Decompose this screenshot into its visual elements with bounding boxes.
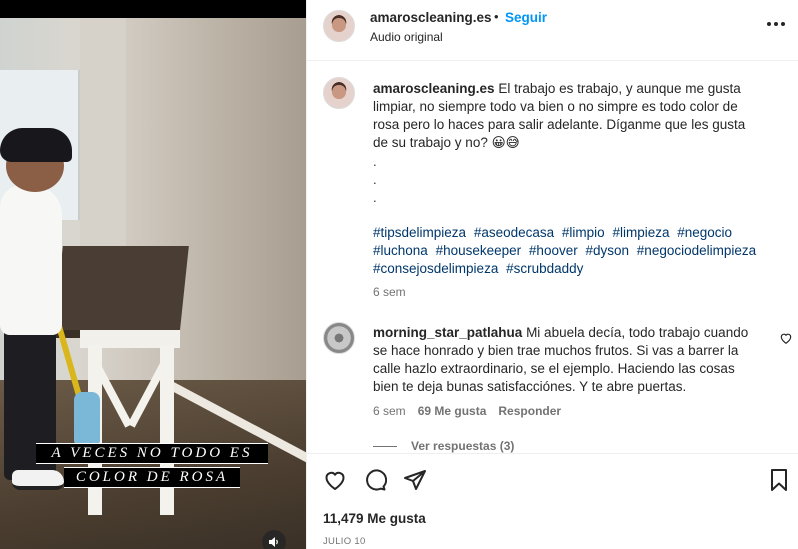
- hashtag-link[interactable]: #luchona: [373, 243, 428, 258]
- comments-section[interactable]: amaroscleaning.es El trabajo es trabajo,…: [307, 62, 798, 453]
- comment-timestamp[interactable]: 6 sem: [373, 404, 406, 418]
- hashtag-link[interactable]: #negociodelimpieza: [637, 243, 756, 258]
- more-options-icon[interactable]: [767, 16, 787, 32]
- post-header: amaroscleaning.es • Seguir Audio origina…: [307, 0, 798, 61]
- post-caption: amaroscleaning.es El trabajo es trabajo,…: [373, 80, 753, 152]
- more-options-dot: [774, 22, 778, 26]
- post-date[interactable]: JULIO 10: [323, 536, 366, 547]
- hashtag-link[interactable]: #housekeeper: [436, 243, 522, 258]
- hashtag-link[interactable]: #consejosdelimpieza: [373, 261, 498, 276]
- like-heart-icon[interactable]: [323, 468, 347, 492]
- caption-author-avatar[interactable]: [323, 77, 355, 109]
- commenter-avatar[interactable]: [323, 322, 355, 354]
- post-video[interactable]: A VECES NO TODO ES COLOR DE ROSA: [0, 0, 306, 549]
- video-caption-line: COLOR DE ROSA: [64, 467, 240, 488]
- share-send-icon[interactable]: [403, 468, 427, 492]
- video-scene-mop-head: [74, 392, 100, 448]
- video-scene-person-cap: [0, 128, 72, 162]
- caption-dot-line: .: [373, 190, 377, 205]
- replies-divider: [373, 445, 397, 447]
- comment-body: morning_star_patlahua Mi abuela decía, t…: [373, 324, 753, 396]
- view-replies-label: Ver respuestas (3): [411, 439, 515, 453]
- caption-timestamp[interactable]: 6 sem: [373, 285, 406, 299]
- hashtag-link[interactable]: #hoover: [529, 243, 578, 258]
- comment-reply-button[interactable]: Responder: [498, 404, 561, 418]
- video-scene-table-top: [53, 246, 189, 338]
- comment-likes[interactable]: 69 Me gusta: [418, 404, 487, 418]
- video-caption: A VECES NO TODO ES COLOR DE ROSA: [36, 443, 268, 488]
- hashtag-link[interactable]: #tipsdelimpieza: [373, 225, 466, 240]
- view-replies-button[interactable]: Ver respuestas (3): [373, 439, 514, 453]
- save-bookmark-icon[interactable]: [767, 468, 791, 492]
- caption-username[interactable]: amaroscleaning.es: [373, 81, 495, 96]
- more-options-dot: [781, 22, 785, 26]
- caption-dot-line: .: [373, 172, 377, 187]
- video-scene-person-shirt: [0, 185, 62, 335]
- post-actions-bar: 11,479 Me gusta JULIO 10: [307, 453, 798, 549]
- post-likes-count[interactable]: 11,479 Me gusta: [323, 511, 426, 526]
- follow-button[interactable]: Seguir: [505, 10, 547, 25]
- hashtag-link[interactable]: #negocio: [677, 225, 732, 240]
- hashtag-link[interactable]: #limpio: [562, 225, 605, 240]
- header-separator: •: [494, 9, 499, 24]
- comment-bubble-icon[interactable]: [363, 468, 387, 492]
- more-options-dot: [767, 22, 771, 26]
- commenter-username[interactable]: morning_star_patlahua: [373, 325, 522, 340]
- author-username[interactable]: amaroscleaning.es: [370, 10, 492, 25]
- video-scene-pillar: [80, 18, 126, 278]
- hashtag-link[interactable]: #scrubdaddy: [506, 261, 583, 276]
- caption-dots: . . .: [373, 153, 377, 207]
- audio-link[interactable]: Audio original: [370, 30, 443, 44]
- video-top-bar: [0, 0, 306, 18]
- caption-hashtags: #tipsdelimpieza #aseodecasa #limpio #lim…: [373, 224, 773, 278]
- video-caption-line: A VECES NO TODO ES: [36, 443, 268, 464]
- hashtag-link[interactable]: #aseodecasa: [474, 225, 554, 240]
- hashtag-link[interactable]: #dyson: [585, 243, 629, 258]
- comment-meta: 6 sem 69 Me gusta Responder: [373, 404, 561, 418]
- caption-dot-line: .: [373, 154, 377, 169]
- hashtag-link[interactable]: #limpieza: [612, 225, 669, 240]
- author-avatar[interactable]: [323, 10, 355, 42]
- speaker-icon-glyph: [269, 537, 278, 547]
- post-side-panel: amaroscleaning.es • Seguir Audio origina…: [306, 0, 798, 549]
- comment-like-heart-icon[interactable]: [779, 331, 793, 345]
- speaker-icon[interactable]: [262, 530, 286, 549]
